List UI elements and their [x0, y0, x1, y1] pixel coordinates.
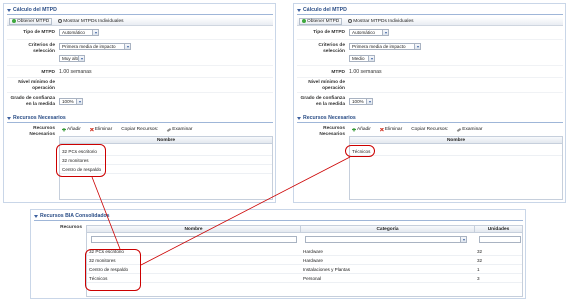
connector-lines	[91, 156, 351, 266]
connector-right	[140, 156, 351, 266]
connector-left	[91, 176, 121, 250]
